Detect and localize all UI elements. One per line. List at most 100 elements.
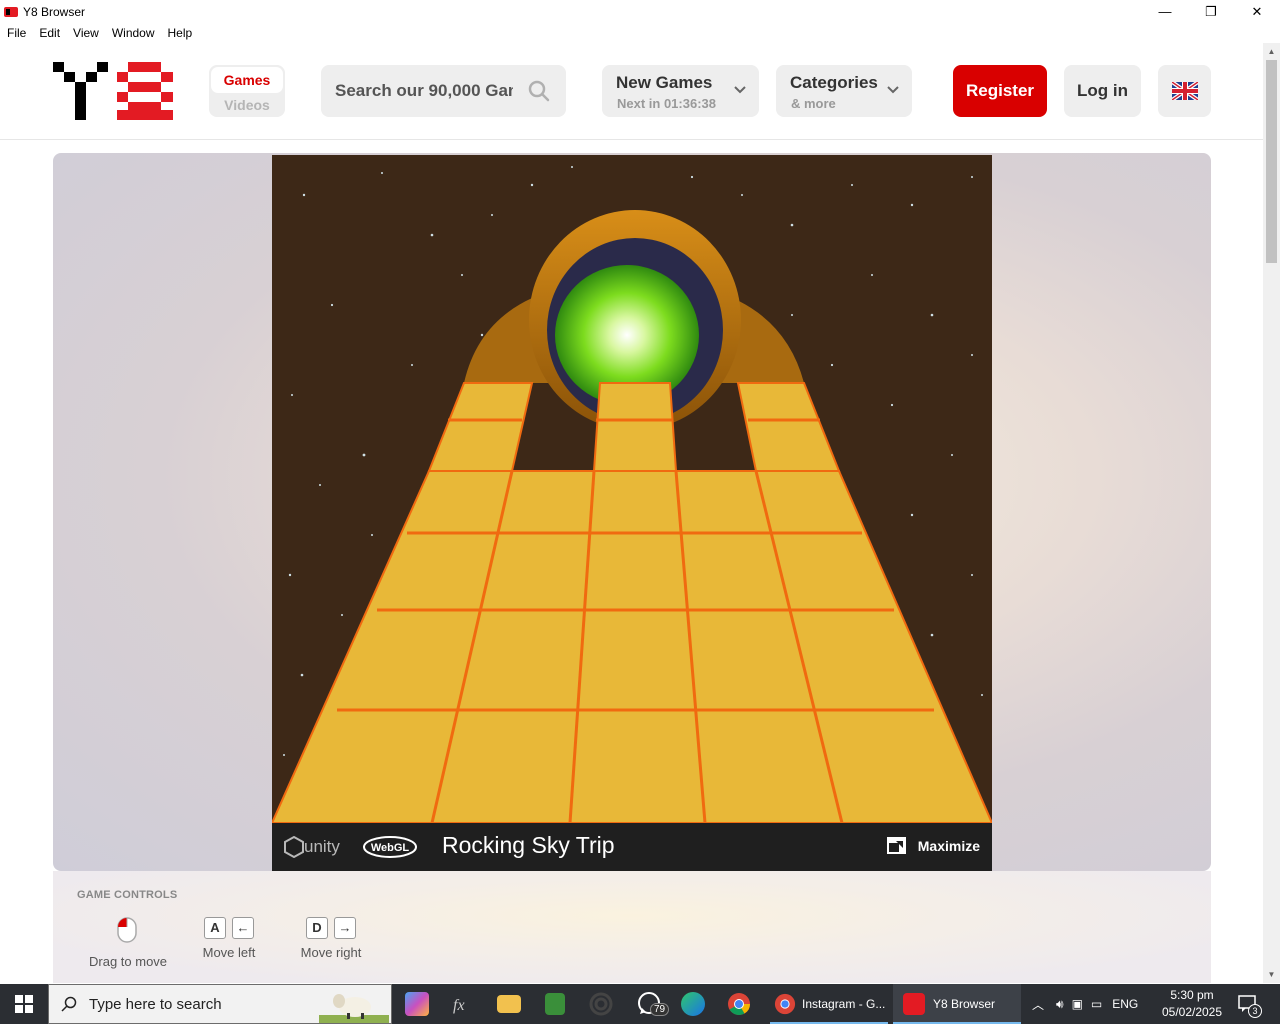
right-arrow-key: → [334, 917, 356, 939]
window-label: Y8 Browser [933, 997, 996, 1011]
clock-date: 05/02/2025 [1161, 1005, 1223, 1019]
register-button[interactable]: Register [953, 65, 1047, 117]
spiral-icon [589, 992, 613, 1016]
media-app[interactable] [584, 984, 618, 1024]
game-controls-panel: GAME CONTROLS Drag to move A ← Move left … [53, 871, 1211, 983]
language-button[interactable] [1158, 65, 1211, 117]
start-button[interactable] [0, 984, 48, 1024]
title-bar: Y8 Browser — ❐ ✕ [0, 0, 1280, 23]
webgl-logo: WebGL [363, 836, 417, 858]
windows-icon [15, 995, 33, 1013]
menu-bar: File Edit View Window Help [0, 23, 1280, 43]
clock[interactable]: 5:30 pm 05/02/2025 [1160, 987, 1224, 1021]
game-canvas[interactable] [272, 155, 992, 823]
unity-icon [284, 836, 304, 858]
notification-button[interactable]: 3 [1236, 992, 1262, 1018]
maximize-button[interactable]: Maximize [886, 837, 980, 854]
scroll-down-icon[interactable]: ▼ [1263, 966, 1280, 983]
network-icon[interactable]: ▭ [1091, 997, 1102, 1011]
search-icon [61, 996, 77, 1012]
menu-file[interactable]: File [1, 26, 32, 40]
copilot-app[interactable] [400, 984, 434, 1024]
left-arrow-key: ← [232, 917, 254, 939]
taskbar-search-placeholder: Type here to search [89, 996, 222, 1013]
chrome-icon [774, 993, 796, 1015]
y8-app-icon [903, 993, 925, 1015]
taskbar-search[interactable]: Type here to search [48, 984, 392, 1024]
control-label: Move right [300, 945, 362, 960]
site-header: Games Videos New Games Next in 01:36:38 … [0, 43, 1263, 140]
menu-edit[interactable]: Edit [33, 26, 66, 40]
categories-dropdown[interactable]: Categories & more [776, 65, 912, 117]
menu-help[interactable]: Help [162, 26, 199, 40]
svg-text:fx: fx [453, 997, 465, 1014]
volume-icon[interactable]: 🔊︎ [1056, 997, 1064, 1012]
chrome-app[interactable] [722, 984, 756, 1024]
mouse-icon [117, 917, 137, 943]
chrome-icon [728, 993, 750, 1015]
key-a: A [204, 917, 226, 939]
edge-icon [681, 992, 705, 1016]
chevron-up-icon[interactable]: ︿ [1032, 996, 1044, 1013]
spreadsheet-app[interactable] [538, 984, 572, 1024]
svg-text:WebGL: WebGL [371, 842, 410, 854]
function-icon: fx [453, 997, 465, 1014]
unity-logo: unity [284, 835, 340, 859]
search-icon[interactable] [527, 79, 551, 103]
whatsapp-badge: 79 [650, 1003, 670, 1016]
window-controls: — ❐ ✕ [1142, 0, 1280, 23]
y8-app-icon [4, 6, 18, 17]
game-info-bar: unity WebGL Rocking Sky Trip Maximize [272, 823, 992, 871]
file-explorer-app[interactable] [492, 984, 526, 1024]
new-games-title: New Games [616, 73, 713, 92]
scroll-thumb[interactable] [1266, 60, 1277, 263]
search-input[interactable] [335, 77, 513, 105]
sheep-icon [319, 994, 389, 1023]
chevron-down-icon [734, 86, 746, 94]
control-move-right: D → Move right [299, 917, 363, 960]
uk-flag-icon [1171, 82, 1198, 100]
nav-videos[interactable]: Videos [211, 94, 283, 116]
page-scrollbar[interactable]: ▲ ▼ [1263, 43, 1280, 983]
notification-count: 3 [1248, 1004, 1262, 1018]
menu-window[interactable]: Window [106, 26, 161, 40]
system-tray: ︿ 🔊︎ ▣ ▭ ENG [1028, 984, 1158, 1024]
language-indicator[interactable]: ENG [1112, 997, 1138, 1011]
copilot-icon [405, 992, 429, 1016]
windows-taskbar: Type here to search fx 79 Instagram - G.… [0, 984, 1280, 1024]
control-move-left: A ← Move left [199, 917, 259, 960]
folder-icon [497, 995, 521, 1013]
close-button[interactable]: ✕ [1234, 0, 1280, 23]
y8-logo[interactable] [53, 62, 173, 120]
categories-title: Categories [790, 73, 878, 92]
key-d: D [306, 917, 328, 939]
window-label: Instagram - G... [802, 997, 886, 1011]
edge-app[interactable] [676, 984, 710, 1024]
game-controls-title: GAME CONTROLS [77, 889, 178, 901]
game-title: Rocking Sky Trip [442, 832, 615, 858]
whatsapp-app[interactable]: 79 [630, 984, 670, 1024]
scroll-up-icon[interactable]: ▲ [1263, 43, 1280, 60]
taskbar-window-instagram[interactable]: Instagram - G... [770, 984, 888, 1024]
maximize-label: Maximize [917, 837, 980, 854]
clock-time: 5:30 pm [1170, 988, 1214, 1002]
minimize-button[interactable]: — [1142, 0, 1188, 23]
game-scene [272, 155, 992, 823]
engine-name: unity [304, 837, 340, 856]
menu-view[interactable]: View [67, 26, 105, 40]
window-title: Y8 Browser [23, 4, 86, 19]
login-button[interactable]: Log in [1064, 65, 1141, 117]
new-games-countdown: Next in 01:36:38 [617, 96, 716, 111]
nav-games[interactable]: Games [211, 67, 283, 93]
maximize-icon [886, 837, 906, 854]
control-label: Drag to move [89, 954, 168, 969]
search-box [321, 65, 566, 117]
spreadsheet-icon [545, 993, 565, 1015]
formula-app[interactable]: fx [446, 984, 480, 1024]
chevron-down-icon [887, 86, 899, 94]
meet-icon[interactable]: ▣ [1072, 997, 1083, 1011]
control-drag: Drag to move [89, 917, 168, 969]
new-games-dropdown[interactable]: New Games Next in 01:36:38 [602, 65, 759, 117]
taskbar-window-y8[interactable]: Y8 Browser [893, 984, 1021, 1024]
restore-button[interactable]: ❐ [1188, 0, 1234, 23]
